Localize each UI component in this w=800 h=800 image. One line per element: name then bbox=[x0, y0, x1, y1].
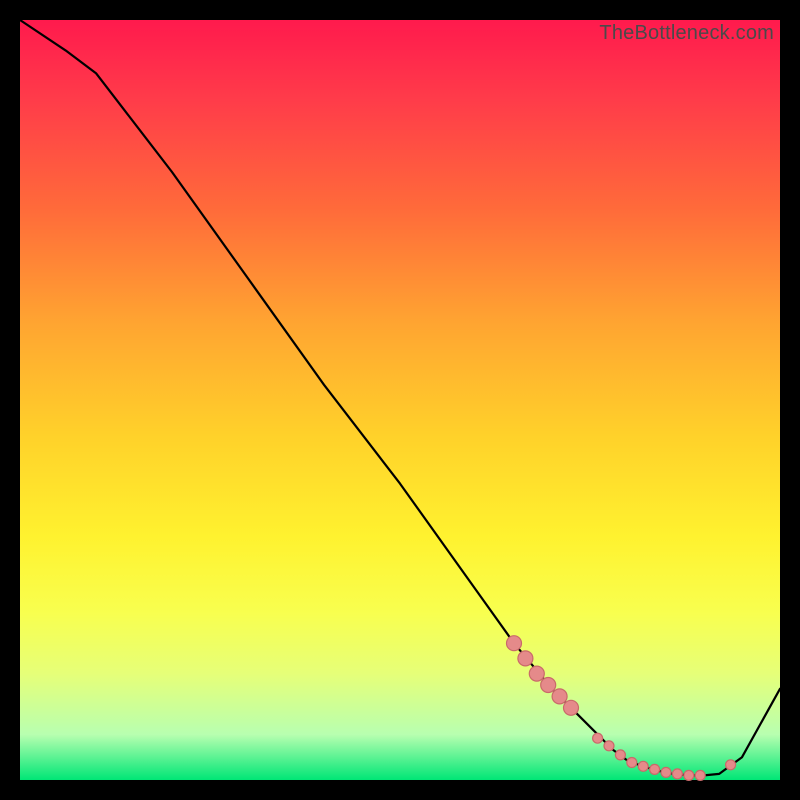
highlight-dot bbox=[638, 761, 648, 771]
highlight-dot bbox=[604, 741, 614, 751]
highlight-dot bbox=[650, 764, 660, 774]
highlight-dot bbox=[564, 700, 579, 715]
highlight-dot bbox=[661, 767, 671, 777]
bottleneck-chart bbox=[20, 20, 780, 780]
highlight-dot bbox=[541, 678, 556, 693]
highlight-dot bbox=[593, 733, 603, 743]
highlight-dot bbox=[529, 666, 544, 681]
highlight-dot bbox=[627, 758, 637, 768]
highlight-dot bbox=[518, 651, 533, 666]
highlight-dots-group bbox=[507, 636, 736, 781]
highlight-dot bbox=[507, 636, 522, 651]
highlight-dot bbox=[672, 769, 682, 779]
highlight-dot bbox=[726, 760, 736, 770]
bottleneck-curve-line bbox=[20, 20, 780, 775]
highlight-dot bbox=[695, 770, 705, 780]
highlight-dot bbox=[552, 689, 567, 704]
highlight-dot bbox=[684, 770, 694, 780]
chart-frame: TheBottleneck.com bbox=[20, 20, 780, 780]
highlight-dot bbox=[615, 750, 625, 760]
